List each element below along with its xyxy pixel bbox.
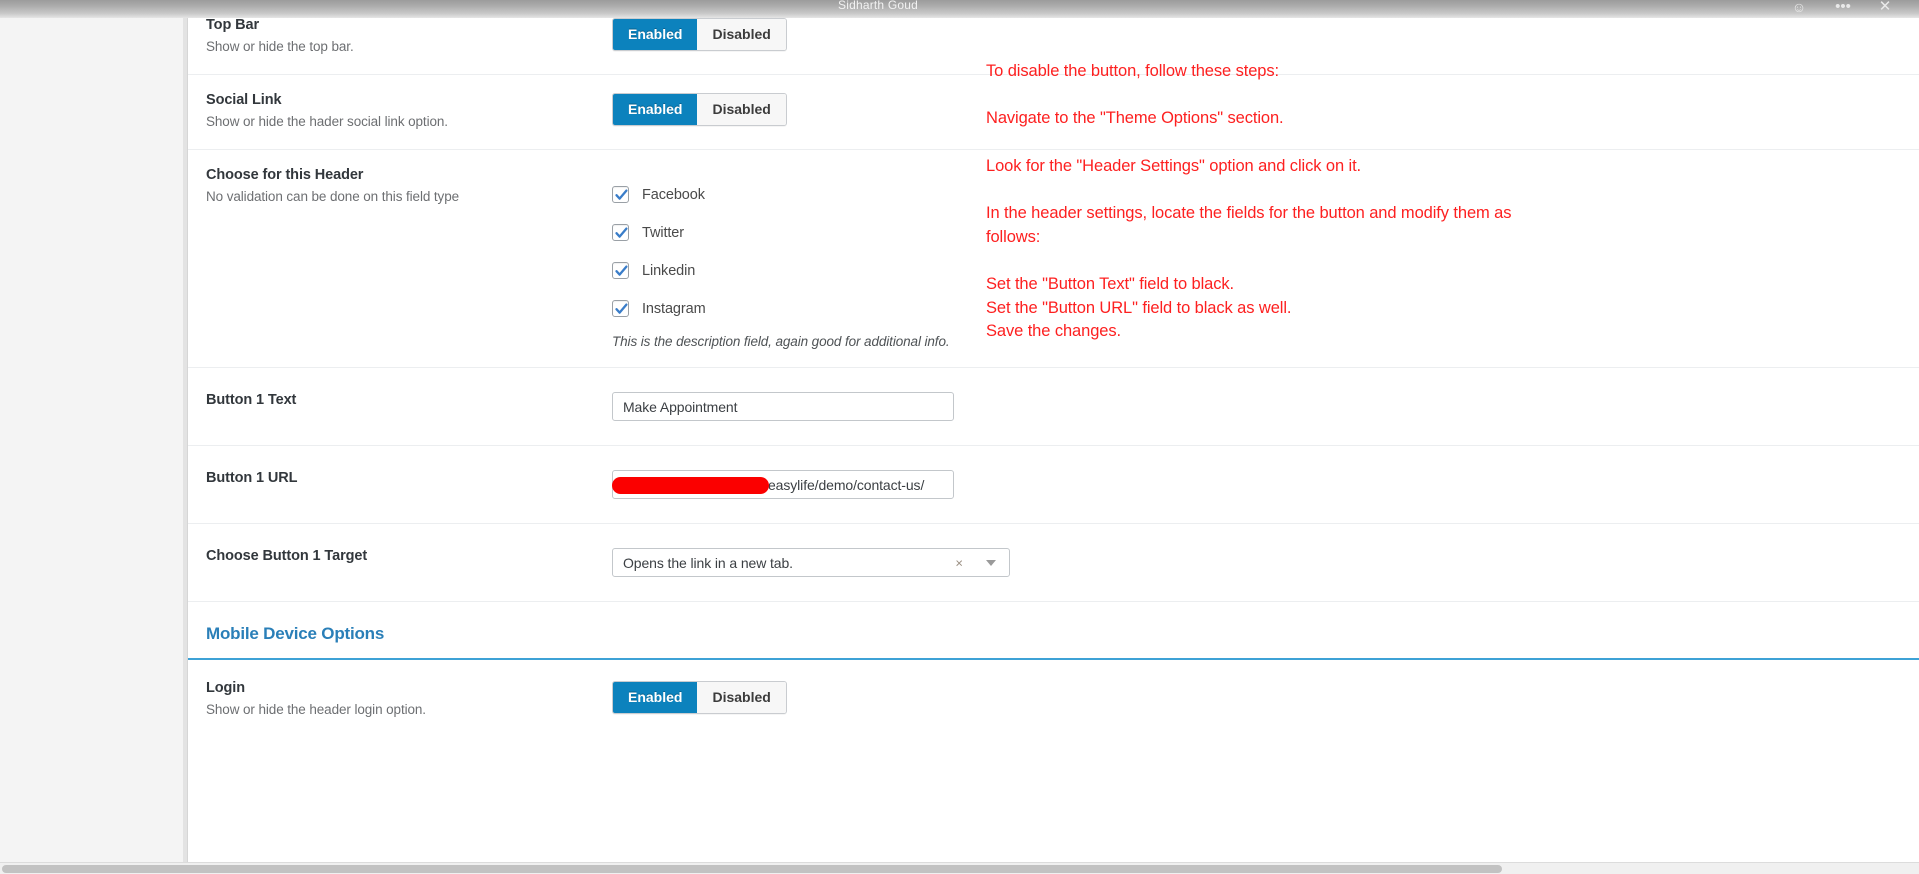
setting-label-block: Button 1 URL: [188, 470, 612, 486]
setting-title: Button 1 Text: [206, 392, 297, 408]
window-title: Sidharth Goud: [838, 0, 918, 12]
setting-row-button-1-text: Button 1 Text: [188, 368, 1919, 446]
checkbox-twitter[interactable]: [612, 224, 629, 241]
redaction-bar: [612, 477, 769, 494]
checkbox-instagram[interactable]: [612, 300, 629, 317]
annotation-line: To disable the button, follow these step…: [986, 62, 1279, 80]
setting-label-block: Social Link Show or hide the hader socia…: [188, 92, 612, 129]
checkbox-linkedin[interactable]: [612, 262, 629, 279]
setting-subtitle: No validation can be done on this field …: [206, 189, 460, 204]
checkbox-label: Instagram: [642, 300, 706, 317]
checkbox-label: Twitter: [642, 224, 685, 241]
select-divider: [974, 553, 975, 574]
button-1-target-select[interactable]: Opens the link in a new tab. ×: [612, 548, 1010, 577]
annotation-overlay: To disable the button, follow these step…: [986, 60, 1606, 343]
select-selected-value: Opens the link in a new tab.: [623, 554, 793, 571]
toggle-enabled-option[interactable]: Enabled: [613, 94, 698, 125]
setting-title: Top Bar: [206, 17, 260, 33]
setting-control: [612, 392, 1919, 421]
more-options-icon[interactable]: •••: [1830, 0, 1856, 16]
setting-row-choose-button-1-target: Choose Button 1 Target Opens the link in…: [188, 524, 1919, 602]
toggle-disabled-option[interactable]: Disabled: [697, 94, 786, 125]
setting-control: Enabled Disabled: [612, 17, 1919, 51]
annotation-line: Save the changes.: [986, 321, 1121, 340]
annotation-line: Set the "Button Text" field to black.: [986, 275, 1235, 294]
setting-row-button-1-url: Button 1 URL: [188, 446, 1919, 524]
setting-subtitle: Show or hide the top bar.: [206, 39, 354, 54]
toggle-enabled-option[interactable]: Enabled: [613, 682, 698, 713]
setting-title: Choose for this Header: [206, 167, 364, 183]
clear-selection-icon[interactable]: ×: [955, 556, 963, 569]
setting-title: Social Link: [206, 92, 282, 108]
setting-title: Button 1 URL: [206, 470, 298, 486]
window-title-bar[interactable]: Sidharth Goud ☺ ••• ✕: [0, 0, 1919, 18]
setting-title: Login: [206, 680, 245, 696]
chevron-down-icon[interactable]: [986, 559, 996, 566]
checkmark-icon: [615, 227, 628, 238]
toggle-disabled-option[interactable]: Disabled: [697, 682, 786, 713]
checkmark-icon: [615, 303, 628, 314]
setting-subtitle: Show or hide the header login option.: [206, 702, 426, 717]
section-heading-mobile-device-options: Mobile Device Options: [188, 602, 1919, 660]
section-heading-text: Mobile Device Options: [206, 624, 385, 643]
checkbox-label: Facebook: [642, 186, 705, 203]
setting-control: [612, 470, 1919, 499]
scrollbar-thumb[interactable]: [2, 865, 1502, 873]
toggle-enabled-option[interactable]: Enabled: [613, 19, 698, 50]
setting-row-login: Login Show or hide the header login opti…: [188, 660, 1919, 737]
left-gutter: [0, 0, 183, 874]
toggle-social-link[interactable]: Enabled Disabled: [612, 93, 787, 126]
setting-label-block: Top Bar Show or hide the top bar.: [188, 17, 612, 54]
setting-label-block: Button 1 Text: [188, 392, 612, 408]
annotation-line: Navigate to the "Theme Options" section.: [986, 109, 1284, 128]
horizontal-scrollbar[interactable]: [0, 862, 1919, 874]
annotation-line: Set the "Button URL" field to black as w…: [986, 298, 1292, 317]
checkbox-facebook[interactable]: [612, 186, 629, 203]
toggle-login[interactable]: Enabled Disabled: [612, 681, 787, 714]
setting-control: Enabled Disabled: [612, 680, 1919, 714]
smiley-icon[interactable]: ☺: [1786, 0, 1812, 16]
checkmark-icon: [615, 265, 628, 276]
checkmark-icon: [615, 189, 628, 200]
setting-label-block: Login Show or hide the header login opti…: [188, 680, 612, 717]
toggle-disabled-option[interactable]: Disabled: [697, 19, 786, 50]
annotation-line: Look for the "Header Settings" option an…: [986, 156, 1362, 175]
toggle-top-bar[interactable]: Enabled Disabled: [612, 18, 787, 51]
setting-control: Opens the link in a new tab. ×: [612, 548, 1919, 577]
setting-label-block: Choose Button 1 Target: [188, 548, 612, 564]
checkbox-label: Linkedin: [642, 262, 696, 279]
setting-label-block: Choose for this Header No validation can…: [188, 167, 612, 204]
close-icon[interactable]: ✕: [1872, 0, 1898, 16]
setting-title: Choose Button 1 Target: [206, 548, 368, 564]
button-1-text-input[interactable]: [612, 392, 954, 421]
setting-subtitle: Show or hide the hader social link optio…: [206, 114, 448, 129]
annotation-line: In the header settings, locate the field…: [986, 204, 1512, 246]
